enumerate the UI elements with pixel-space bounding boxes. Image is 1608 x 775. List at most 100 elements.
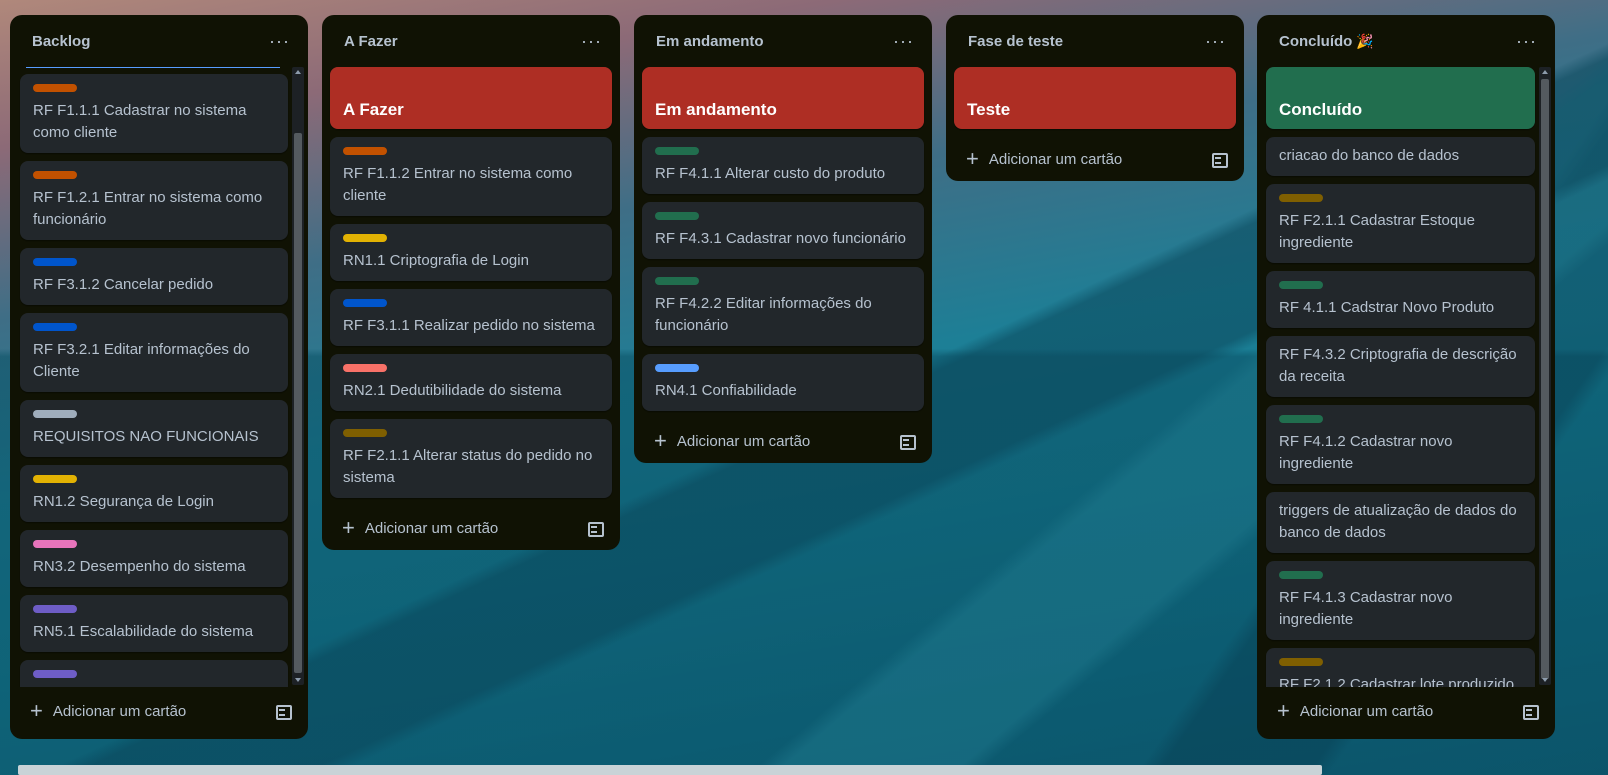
cover-card[interactable]: A Fazer [330, 67, 612, 129]
card[interactable]: RF F3.1.2 Cancelar pedido [20, 248, 288, 305]
card[interactable]: RF F1.1.1 Cadastrar no sistema como clie… [20, 74, 288, 153]
card-list: Concluído criacao do banco de dados RF F2.… [1257, 67, 1543, 687]
scroll-down-arrow[interactable] [1542, 678, 1548, 682]
card-label[interactable] [33, 258, 77, 266]
create-from-template-icon[interactable] [1211, 152, 1228, 168]
create-from-template-icon[interactable] [275, 704, 292, 720]
cover-card-title: Concluído [1279, 100, 1363, 119]
card-label[interactable] [655, 364, 699, 372]
card[interactable]: RF F1.1.2 Entrar no sistema como cliente [330, 137, 612, 216]
card[interactable]: RF F4.1.1 Alterar custo do produto [642, 137, 924, 194]
scroll-up-arrow[interactable] [295, 70, 301, 74]
card-title: RN5.1 Escalabilidade do sistema [33, 623, 254, 640]
vertical-scrollbar[interactable] [292, 67, 304, 685]
card[interactable]: RF 4.1.1 Cadstrar Novo Produto [1266, 271, 1535, 328]
card[interactable]: RF F3.2.1 Editar informações do Cliente [20, 313, 288, 392]
card-label[interactable] [1279, 194, 1323, 202]
card[interactable]: RF F2.1.1 Alterar status do pedido no si… [330, 419, 612, 498]
scroll-thumb[interactable] [294, 133, 302, 673]
list-title[interactable]: Backlog [32, 33, 90, 50]
card[interactable]: RN2.1 Dedutibilidade do sistema [330, 354, 612, 411]
scroll-thumb[interactable] [1541, 79, 1549, 679]
list-title[interactable]: Concluído 🎉 [1279, 33, 1374, 50]
add-card-button[interactable]: + Adicionar um cartão [322, 506, 620, 550]
card[interactable]: RF F3.1.1 Realizar pedido no sistema [330, 289, 612, 346]
add-card-button[interactable]: + Adicionar um cartão [1257, 689, 1555, 733]
card-label[interactable] [1279, 571, 1323, 579]
card[interactable]: RF F4.1.2 Cadastrar novo ingrediente [1266, 405, 1535, 484]
list-backlog: Backlog ··· RF F1.1.1 Cadastrar no siste… [10, 15, 308, 739]
card-label[interactable] [33, 540, 77, 548]
card-label[interactable] [343, 364, 387, 372]
cover-card[interactable]: Em andamento [642, 67, 924, 129]
card[interactable]: RF F1.2.1 Entrar no sistema como funcion… [20, 161, 288, 240]
plus-icon: + [1277, 698, 1290, 723]
cover-card[interactable]: Concluído [1266, 67, 1535, 129]
scroll-down-arrow[interactable] [295, 678, 301, 682]
drop-indicator [26, 67, 280, 68]
add-card-button[interactable]: + Adicionar um cartão [634, 419, 932, 463]
list-title[interactable]: Fase de teste [968, 33, 1063, 50]
card[interactable]: RF F4.3.1 Cadastrar novo funcionário [642, 202, 924, 259]
list-title[interactable]: Em andamento [656, 33, 764, 50]
card-title: RF F4.1.3 Cadastrar novo ingrediente [1279, 589, 1453, 628]
list-menu-button[interactable]: ··· [1205, 31, 1226, 52]
card-label[interactable] [33, 410, 77, 418]
card-label[interactable] [33, 475, 77, 483]
card-title: RN4.1 Confiabilidade [655, 382, 797, 399]
card[interactable]: RN4.1 Confiabilidade [642, 354, 924, 411]
card[interactable]: RN3.2 Desempenho do sistema [20, 530, 288, 587]
card[interactable]: RF F4.3.2 Criptografia de descrição da r… [1266, 336, 1535, 397]
card-label[interactable] [655, 277, 699, 285]
card-title: RF F1.1.1 Cadastrar no sistema como clie… [33, 102, 247, 141]
card-label[interactable] [655, 147, 699, 155]
add-card-label: Adicionar um cartão [1299, 702, 1434, 720]
card-label[interactable] [343, 299, 387, 307]
horizontal-scrollbar[interactable] [18, 765, 1322, 775]
card[interactable]: RF F2.1.2 Cadastrar lote produzido [1266, 648, 1535, 687]
add-card-label: Adicionar um cartão [988, 150, 1123, 168]
card[interactable]: RF F4.2.2 Editar informações do funcioná… [642, 267, 924, 346]
list-title[interactable]: A Fazer [344, 33, 398, 50]
add-card-button[interactable]: + Adicionar um cartão [10, 689, 308, 733]
list-em-andamento: Em andamento ··· Em andamento RF F4.1.1 A… [634, 15, 932, 463]
list-menu-button[interactable]: ··· [581, 31, 602, 52]
card[interactable]: triggers de atualização de dados do banc… [1266, 492, 1535, 553]
card-cover: Concluído [1266, 67, 1535, 129]
card[interactable]: RN5.1 Escalabilidade do sistema [20, 595, 288, 652]
card-label[interactable] [343, 429, 387, 437]
create-from-template-icon[interactable] [899, 434, 916, 450]
list-menu-button[interactable]: ··· [893, 31, 914, 52]
add-card-button[interactable]: + Adicionar um cartão [946, 137, 1244, 181]
list-menu-button[interactable]: ··· [269, 31, 290, 52]
card-label[interactable] [33, 605, 77, 613]
card-label[interactable] [1279, 281, 1323, 289]
card-label[interactable] [33, 84, 77, 92]
card-label[interactable] [655, 212, 699, 220]
create-from-template-icon[interactable] [587, 521, 604, 537]
card[interactable]: RN1.1 Criptografia de Login [330, 224, 612, 281]
card-label[interactable] [33, 171, 77, 179]
card-label[interactable] [33, 670, 77, 678]
card-label[interactable] [1279, 415, 1323, 423]
card[interactable]: RF F2.1.1 Cadastrar Estoque ingrediente [1266, 184, 1535, 263]
card-label[interactable] [343, 234, 387, 242]
cards-scroll-area: RF F1.1.1 Cadastrar no sistema como clie… [10, 67, 308, 687]
cover-card[interactable]: Teste [954, 67, 1236, 129]
card[interactable]: RF 5.2 Manutenibilidade [20, 660, 288, 687]
card-title: RF F1.2.1 Entrar no sistema como funcion… [33, 189, 263, 228]
list-menu-button[interactable]: ··· [1516, 31, 1537, 52]
card[interactable]: RF F4.1.3 Cadastrar novo ingrediente [1266, 561, 1535, 640]
create-from-template-icon[interactable] [1522, 704, 1539, 720]
card[interactable]: criacao do banco de dados [1266, 137, 1535, 176]
card-list: Teste [946, 67, 1244, 129]
card-label[interactable] [343, 147, 387, 155]
card-title: REQUISITOS NAO FUNCIONAIS [33, 428, 259, 445]
card-label[interactable] [1279, 658, 1323, 666]
scroll-up-arrow[interactable] [1542, 70, 1548, 74]
card-label[interactable] [33, 323, 77, 331]
vertical-scrollbar[interactable] [1539, 67, 1551, 685]
card[interactable]: REQUISITOS NAO FUNCIONAIS [20, 400, 288, 457]
card[interactable]: RN1.2 Segurança de Login [20, 465, 288, 522]
board: Backlog ··· RF F1.1.1 Cadastrar no siste… [0, 0, 1608, 775]
